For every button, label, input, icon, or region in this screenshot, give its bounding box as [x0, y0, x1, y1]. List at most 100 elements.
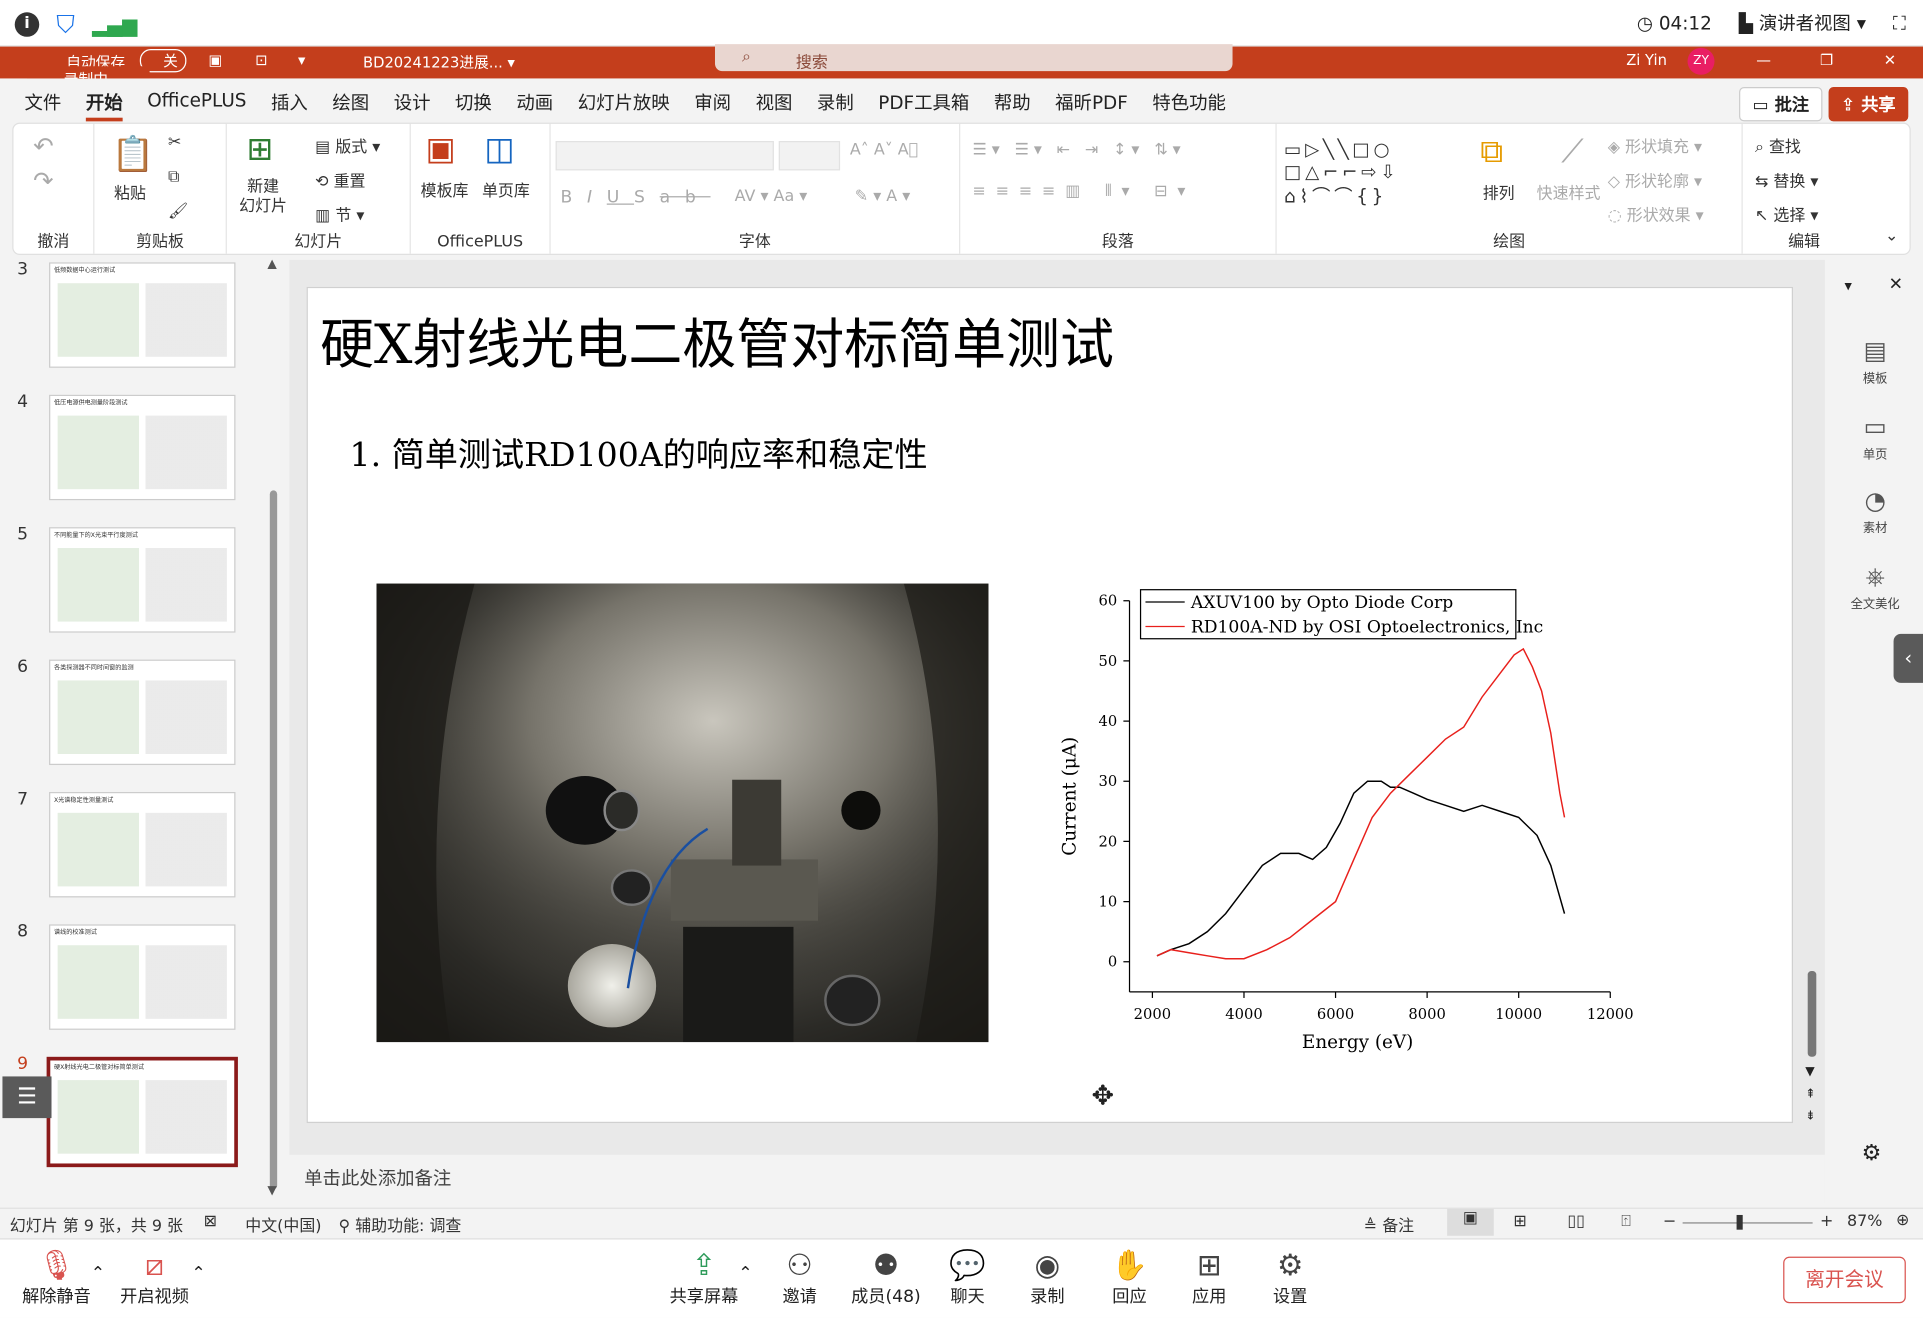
copy-icon[interactable]: ⧉	[168, 168, 179, 186]
menu-tab-12[interactable]: PDF工具箱	[878, 89, 969, 121]
slide-thumbnail[interactable]: 低压电源供电测量阶段测试	[49, 394, 236, 501]
cut-icon[interactable]: ✂	[168, 134, 181, 152]
single-page-tool[interactable]: ▭ 单页	[1827, 412, 1923, 462]
template-tool[interactable]: ▤ 模板	[1827, 336, 1923, 386]
slide-scrollbar[interactable]	[1807, 970, 1817, 1057]
menu-tab-11[interactable]: 录制	[817, 89, 854, 121]
apps-button[interactable]: ⊞ 应用	[1192, 1247, 1226, 1308]
slide-thumbnail[interactable]: 低频数据中心运行测试	[49, 262, 236, 368]
font-size-select[interactable]	[778, 140, 841, 171]
slide-thumbnail[interactable]: X光谱稳定性测量测试	[49, 791, 236, 898]
shape-effect-button[interactable]: ◌ 形状效果 ▾	[1608, 202, 1704, 225]
undo-icon[interactable]: ↶	[33, 131, 54, 160]
video-button[interactable]: ⧄ 开启视频	[120, 1247, 189, 1308]
spellcheck-icon[interactable]: ⊠	[204, 1213, 217, 1231]
search-input[interactable]: ⌕ 搜索	[714, 44, 1233, 72]
redo-icon[interactable]: ↷	[33, 166, 54, 195]
leave-meeting-button[interactable]: 离开会议	[1783, 1256, 1906, 1304]
slide-canvas[interactable]: 硬X射线光电二极管对标简单测试 1. 简单测试RD100A的响应率和稳定性 20…	[306, 286, 1793, 1124]
menu-tab-5[interactable]: 设计	[394, 89, 431, 121]
single-page-icon[interactable]: ◫	[484, 131, 514, 168]
current-vs-energy-chart[interactable]: 2000 4000 6000 8000 10000 12000 0 10 20 30 40 50 60 E…	[1053, 582, 1644, 1060]
menu-tab-6[interactable]: 切换	[455, 89, 492, 121]
presenter-view-button[interactable]: ▙ 演讲者视图 ▾	[1739, 10, 1866, 36]
react-button[interactable]: ✋ 回应	[1111, 1247, 1148, 1308]
menu-tab-3[interactable]: 插入	[271, 89, 308, 121]
restore-icon[interactable]: ❐	[1820, 51, 1833, 68]
template-library-icon[interactable]: ▣	[426, 131, 456, 168]
share-button[interactable]: ⇪ 共享	[1828, 87, 1908, 122]
audio-options-icon[interactable]: ⌃	[91, 1264, 105, 1284]
reading-view-icon[interactable]: ▯▯	[1567, 1213, 1585, 1231]
collapse-ribbon-icon[interactable]: ⌄	[1885, 227, 1898, 245]
video-options-icon[interactable]: ⌃	[191, 1264, 205, 1284]
save-icon[interactable]: ▣	[208, 51, 222, 68]
slide-thumbnail[interactable]: 各类探测器不同时间窗的监测	[49, 659, 236, 766]
zoom-slider[interactable]	[1682, 1214, 1813, 1230]
slide-nav-icon[interactable]: ▼ ⇞ ⇟	[1805, 1062, 1815, 1128]
reset-button[interactable]: ⟲ 重置	[315, 168, 365, 191]
slide-thumbnail[interactable]: 谱线的校准测试	[49, 924, 236, 1030]
comment-button[interactable]: ▭ 批注	[1739, 87, 1823, 122]
scroll-down-icon[interactable]: ▼	[267, 1184, 276, 1197]
quick-style-icon[interactable]: ⟋	[1561, 134, 1583, 172]
shield-icon[interactable]: ⛉	[56, 10, 74, 39]
close-icon[interactable]: ✕	[1884, 51, 1896, 68]
scroll-up-icon[interactable]: ▲	[267, 257, 276, 270]
replace-button[interactable]: ⇆ 替换 ▾	[1755, 168, 1818, 191]
layout-button[interactable]: ▤ 版式 ▾	[315, 134, 380, 157]
menu-tab-13[interactable]: 帮助	[994, 89, 1031, 121]
share-options-icon[interactable]: ⌃	[738, 1264, 752, 1284]
language-indicator[interactable]: 中文(中国)	[245, 1213, 321, 1235]
menu-tab-0[interactable]: 文件	[25, 89, 62, 121]
paste-button[interactable]: 粘贴	[114, 180, 146, 203]
collapse-panel-icon[interactable]: ▾	[1845, 277, 1852, 294]
close-panel-icon[interactable]: ✕	[1889, 275, 1903, 295]
notes-pane[interactable]: 单击此处添加备注	[289, 1154, 1825, 1204]
mute-button[interactable]: 🎙 解除静音	[22, 1247, 91, 1308]
vacuum-chamber-photo[interactable]	[376, 583, 989, 1043]
select-button[interactable]: ↖ 选择 ▾	[1755, 202, 1818, 225]
font-family-select[interactable]	[555, 140, 774, 171]
slide-title[interactable]: 硬X射线光电二极管对标简单测试	[320, 300, 1114, 378]
scroll-thumb[interactable]	[269, 490, 278, 1190]
menu-tab-10[interactable]: 视图	[756, 89, 793, 121]
material-tool[interactable]: ◔ 素材	[1827, 485, 1923, 535]
arrange-button[interactable]: 排列	[1483, 180, 1515, 203]
outline-toggle-icon[interactable]: ☰	[2, 1076, 52, 1119]
settings-button[interactable]: ⚙ 设置	[1273, 1247, 1307, 1308]
menu-tab-15[interactable]: 特色功能	[1152, 89, 1226, 121]
quick-style-button[interactable]: 快速样式	[1537, 180, 1601, 203]
thumbnail-scrollbar[interactable]: ▲ ▼	[267, 257, 279, 1201]
fit-slide-icon[interactable]: ⊕	[1896, 1211, 1909, 1229]
invite-button[interactable]: ⚇ 邀请	[782, 1247, 816, 1308]
avatar[interactable]: ZY	[1687, 47, 1715, 75]
zoom-level[interactable]: 87%	[1847, 1213, 1882, 1231]
fullscreen-icon[interactable]: ⛶	[1893, 12, 1906, 34]
menu-tab-1[interactable]: 开始	[85, 89, 123, 122]
template-library-button[interactable]: 模板库	[421, 178, 469, 201]
minimize-icon[interactable]: —	[1756, 51, 1771, 68]
font-style-buttons[interactable]: BIUSab	[560, 188, 710, 208]
spacing-icon[interactable]: AV ▾ Aa ▾	[735, 188, 808, 206]
single-page-button[interactable]: 单页库	[482, 178, 530, 201]
file-name[interactable]: BD20241223进展... ▾	[363, 51, 515, 72]
list-icons[interactable]: ☰▾ ☰▾ ⇤ ⇥ ↕▾ ⇅▾	[973, 141, 1186, 159]
slide-bullet[interactable]: 1. 简单测试RD100A的响应率和稳定性	[350, 428, 928, 476]
highlight-icon[interactable]: ✎ ▾ A ▾	[855, 188, 910, 206]
new-slide-button[interactable]: 新建 幻灯片	[239, 178, 287, 217]
slide-thumbnail[interactable]: 硬X射线光电二极管对标简单测试	[46, 1056, 238, 1168]
shape-fill-button[interactable]: ◈ 形状填充 ▾	[1608, 134, 1702, 157]
shapes-gallery[interactable]: ▭▷╲╲□○ □△⌐⌐⇨⇩ ⌂⌇⌒⌒{}	[1284, 139, 1399, 209]
shape-outline-button[interactable]: ◇ 形状轮廓 ▾	[1608, 168, 1702, 191]
find-button[interactable]: ⌕ 查找	[1755, 134, 1801, 157]
arrange-icon[interactable]: ⧉	[1480, 134, 1503, 172]
menu-tab-2[interactable]: OfficePLUS	[147, 89, 246, 121]
customize-icon[interactable]: ▾	[298, 51, 305, 68]
members-button[interactable]: ⚉ 成员(48)	[851, 1247, 921, 1308]
notes-button[interactable]: ≜ 备注	[1364, 1213, 1414, 1235]
share-screen-button[interactable]: ⇪ 共享屏幕	[670, 1247, 739, 1308]
menu-tab-14[interactable]: 福昕PDF	[1055, 89, 1128, 121]
present-icon[interactable]: ⊡	[255, 51, 267, 68]
record-button[interactable]: ◉ 录制	[1030, 1247, 1064, 1308]
